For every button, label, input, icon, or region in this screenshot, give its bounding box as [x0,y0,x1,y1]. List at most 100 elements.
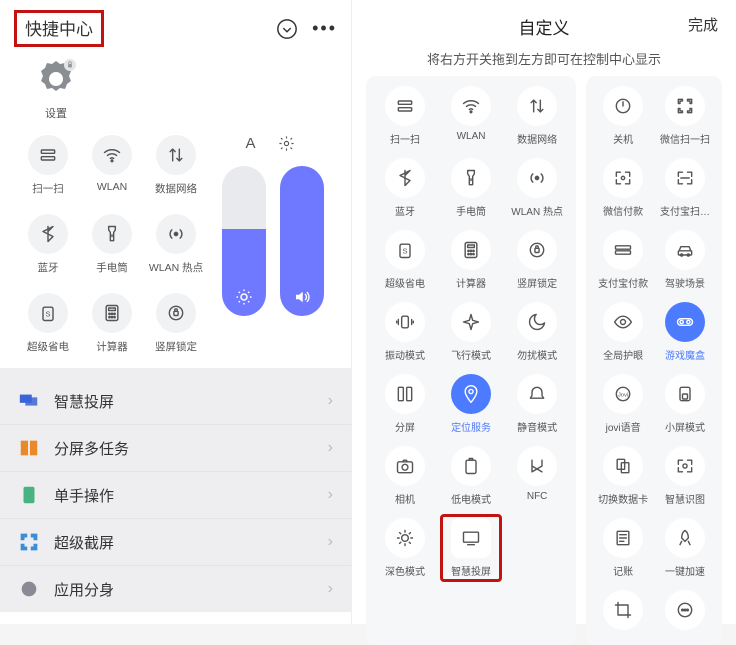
qs-label: 数据网络 [155,181,197,196]
svg-text:S: S [45,309,50,318]
toggle-gamebox[interactable]: 游戏魔盒 [654,302,716,362]
menu-item[interactable]: 分屏多任务› [0,425,351,472]
toggle-wifi[interactable]: WLAN [438,86,504,146]
toggle-nfc[interactable]: NFC [504,446,570,506]
toggle-hotspot[interactable]: WLAN 热点 [504,158,570,218]
settings-shortcut[interactable]: 设置 [34,57,78,121]
gear-icon [34,57,78,101]
menu-item[interactable]: 单手操作› [0,472,351,519]
menu-label: 分屏多任务 [54,438,314,459]
vision-icon [665,446,705,486]
settings-label: 设置 [45,105,67,121]
lock-rotation-icon [517,230,557,270]
menu-icon [18,531,40,553]
svg-text:Jovi: Jovi [618,393,628,399]
toggle-wxpay[interactable]: 微信付款 [592,158,654,218]
simswap-icon [603,446,643,486]
toggle-small[interactable]: 小屏模式 [654,374,716,434]
auto-brightness-icon[interactable]: A [245,135,255,152]
drive-icon [665,230,705,270]
toggle-label: 记账 [613,563,633,578]
menu-label: 超级截屏 [54,532,314,553]
quick-center-title: 快捷中心 [25,20,93,39]
qs-flashlight[interactable]: 手电筒 [82,214,142,275]
scan-icon [385,86,425,126]
qs-label: 手电筒 [96,260,128,275]
menu-item[interactable]: 智慧投屏› [0,378,351,425]
toggle-dark[interactable]: 深色模式 [372,518,438,578]
scan-icon [28,135,68,175]
toggle-label: WLAN 热点 [511,203,563,218]
menu-item[interactable]: 超级截屏› [0,519,351,566]
mute-icon [517,374,557,414]
qs-bluetooth[interactable]: 蓝牙 [18,214,78,275]
toggle-location[interactable]: 定位服务 [438,374,504,434]
small-icon [665,374,705,414]
toggle-power[interactable]: 关机 [592,86,654,146]
more-icon[interactable]: ••• [312,18,337,39]
toggle-calculator[interactable]: 计算器 [438,230,504,290]
svg-text:S: S [403,246,408,255]
toggle-lowbatt[interactable]: 低电模式 [438,446,504,506]
menu-item[interactable]: 应用分身› [0,566,351,612]
qs-label: 蓝牙 [38,260,59,275]
toggle-drive[interactable]: 驾驶场景 [654,230,716,290]
toggle-alipay-scan[interactable]: 支付宝扫… [654,158,716,218]
menu-icon [18,390,40,412]
qs-data[interactable]: 数据网络 [146,135,206,196]
toggle-label: 竖屏锁定 [517,275,557,290]
qs-hotspot[interactable]: WLAN 热点 [146,214,206,275]
brightness-slider[interactable] [222,166,266,316]
toggle-eye[interactable]: 全局护眼 [592,302,654,362]
jovi-icon: Jovi [603,374,643,414]
toggle-lock-rotation[interactable]: 竖屏锁定 [504,230,570,290]
toggle-battery[interactable]: S 超级省电 [372,230,438,290]
toggle-label: 数据网络 [517,131,557,146]
bluetooth-icon [385,158,425,198]
toggle-flashlight[interactable]: 手电筒 [438,158,504,218]
customize-hint: 将右方开关拖到左方即可在控制中心显示 [352,45,736,76]
quick-center-panel: 快捷中心 ••• 设置 扫一扫 WLAN 数据网络蓝牙 手电筒 WLAN 热点 S超级省电… [0,0,352,624]
customize-panel: 自定义 完成 将右方开关拖到左方即可在控制中心显示 扫一扫WLAN数据网络蓝牙手… [352,0,736,624]
toggle-alipay-pay[interactable]: 支付宝付款 [592,230,654,290]
toggle-dots[interactable] [654,590,716,635]
volume-slider[interactable] [280,166,324,316]
hotspot-icon [156,214,196,254]
toggle-scan[interactable]: 扫一扫 [372,86,438,146]
rocket-icon [665,518,705,558]
toggle-rocket[interactable]: 一键加速 [654,518,716,578]
toggle-bluetooth[interactable]: 蓝牙 [372,158,438,218]
toggle-crop[interactable] [592,590,654,635]
toggle-camera[interactable]: 相机 [372,446,438,506]
camera-icon [385,446,425,486]
toggle-label: 超级省电 [385,275,425,290]
toggle-vision[interactable]: 智慧识图 [654,446,716,506]
qs-scan[interactable]: 扫一扫 [18,135,78,196]
toggle-label: 手电筒 [456,203,486,218]
bluetooth-icon [28,214,68,254]
collapse-icon[interactable] [276,18,298,40]
done-button[interactable]: 完成 [688,14,718,35]
toggle-mute[interactable]: 静音模式 [504,374,570,434]
toggle-label: 切换数据卡 [598,491,648,506]
toggle-label: 关机 [613,131,633,146]
qs-calculator[interactable]: 计算器 [82,293,142,354]
qs-wifi[interactable]: WLAN [82,135,142,196]
toggle-ledger[interactable]: 记账 [592,518,654,578]
toggle-simswap[interactable]: 切换数据卡 [592,446,654,506]
toggle-label: 勿扰模式 [517,347,557,362]
toggle-jovi[interactable]: Jovijovi语音 [592,374,654,434]
toggle-cast[interactable]: 智慧投屏 [438,518,504,578]
gear-small-icon[interactable] [278,135,295,152]
toggle-wxscan[interactable]: 微信扫一扫 [654,86,716,146]
toggle-split[interactable]: 分屏 [372,374,438,434]
toggle-data[interactable]: 数据网络 [504,86,570,146]
qs-battery[interactable]: S超级省电 [18,293,78,354]
active-toggles-column: 扫一扫WLAN 数据网络蓝牙手电筒 WLAN 热点 S 超级省电计算器竖屏锁定振动模式飞… [366,76,576,645]
toggle-airplane[interactable]: 飞行模式 [438,302,504,362]
qs-lock-rotation[interactable]: 竖屏锁定 [146,293,206,354]
qs-label: WLAN [97,181,127,193]
toggle-label: 全局护眼 [603,347,643,362]
toggle-dnd[interactable]: 勿扰模式 [504,302,570,362]
toggle-vibrate[interactable]: 振动模式 [372,302,438,362]
